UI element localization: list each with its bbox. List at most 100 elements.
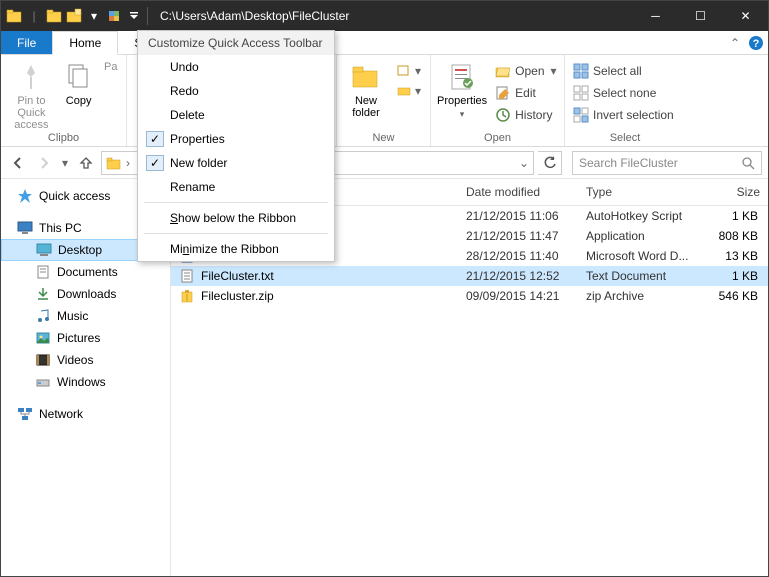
qat-menu-item[interactable]: ✓New folder	[138, 151, 334, 175]
search-icon	[741, 156, 755, 170]
qat-menu-item[interactable]: Redo	[138, 79, 334, 103]
file-size: 808 KB	[698, 229, 768, 243]
recent-dropdown[interactable]: ▾	[59, 152, 71, 174]
new-folder-button[interactable]: New folder	[343, 57, 389, 119]
easy-access-button[interactable]: ▾	[395, 81, 423, 101]
qat-minimize-ribbon[interactable]: Minimize the Ribbon	[138, 237, 334, 261]
menu-separator	[144, 202, 328, 203]
col-type[interactable]: Type	[578, 179, 698, 205]
pin-icon	[15, 61, 47, 93]
qat-menu-item[interactable]: Delete	[138, 103, 334, 127]
copy-icon	[63, 61, 95, 93]
invert-selection-button[interactable]: Invert selection	[571, 105, 676, 125]
open-group-label: Open	[437, 132, 558, 146]
help-icon[interactable]: ?	[744, 31, 768, 54]
desktop-icon	[36, 242, 52, 258]
tree-videos[interactable]: Videos	[1, 349, 170, 371]
tree-downloads[interactable]: Downloads	[1, 283, 170, 305]
star-icon	[17, 188, 33, 204]
tree-music[interactable]: Music	[1, 305, 170, 327]
qat-folder-icon[interactable]	[5, 7, 23, 25]
tab-file[interactable]: File	[1, 31, 52, 54]
file-row[interactable]: FileCluster.txt21/12/2015 12:52Text Docu…	[171, 266, 768, 286]
new-group-label: New	[343, 132, 424, 146]
address-folder-icon	[106, 155, 122, 171]
minimize-button[interactable]: ─	[633, 1, 678, 31]
file-type: Text Document	[578, 269, 698, 283]
file-type: zip Archive	[578, 289, 698, 303]
checkmark-icon: ✓	[146, 131, 164, 147]
invert-icon	[573, 107, 589, 123]
qat-dropdown-icon[interactable]: ▾	[85, 7, 103, 25]
properties-button[interactable]: Properties ▾	[437, 57, 487, 120]
select-none-button[interactable]: Select none	[571, 83, 676, 103]
pin-quick-access-button[interactable]: Pin to Quick access	[7, 57, 56, 131]
tree-windows[interactable]: Windows	[1, 371, 170, 393]
qat-menu-item[interactable]: Undo	[138, 55, 334, 79]
qat-overflow-icon[interactable]	[125, 7, 143, 25]
tree-network[interactable]: Network	[1, 403, 170, 425]
file-type: Microsoft Word D...	[578, 249, 698, 263]
navigation-bar: ▾ › ⌄ Search FileCluster	[1, 147, 768, 179]
title-bar: | ▾ C:\Users\Adam\Desktop\FileCluster ─ …	[1, 1, 768, 31]
quick-access-toolbar: | ▾	[1, 7, 150, 25]
window-title-path: C:\Users\Adam\Desktop\FileCluster	[160, 9, 349, 23]
tree-documents[interactable]: Documents	[1, 261, 170, 283]
refresh-button[interactable]	[538, 151, 562, 175]
up-button[interactable]	[75, 152, 97, 174]
file-row[interactable]: Filecluster.zip09/09/2015 14:21zip Archi…	[171, 286, 768, 306]
menu-separator	[144, 233, 328, 234]
select-all-button[interactable]: Select all	[571, 61, 676, 81]
tab-home[interactable]: Home	[52, 31, 118, 55]
downloads-icon	[35, 286, 51, 302]
qat-sep: |	[25, 7, 43, 25]
file-size: 13 KB	[698, 249, 768, 263]
file-date: 21/12/2015 11:06	[458, 209, 578, 223]
pictures-icon	[35, 330, 51, 346]
new-folder-icon	[350, 61, 382, 93]
chevron-right-icon[interactable]: ›	[126, 156, 130, 170]
documents-icon	[35, 264, 51, 280]
address-dropdown-icon[interactable]: ⌄	[519, 156, 529, 170]
copy-button[interactable]: Copy	[62, 57, 96, 107]
checkmark-icon	[146, 83, 164, 99]
music-icon	[35, 308, 51, 324]
qat-properties-icon[interactable]	[45, 7, 63, 25]
back-button[interactable]	[7, 152, 29, 174]
qat-divider	[147, 7, 148, 25]
new-item-button[interactable]: ▾	[395, 61, 423, 81]
qat-menu-item[interactable]: ✓Properties	[138, 127, 334, 151]
ribbon-expand-icon[interactable]: ⌃	[726, 31, 744, 54]
history-button[interactable]: History	[493, 105, 558, 125]
file-name: FileCluster.txt	[201, 269, 274, 283]
network-icon	[17, 406, 33, 422]
edit-button[interactable]: Edit	[493, 83, 558, 103]
edit-icon	[495, 85, 511, 101]
paste-button-cut[interactable]: Pa	[101, 57, 120, 73]
select-group-label: Select	[571, 132, 679, 146]
forward-button[interactable]	[33, 152, 55, 174]
tree-pictures[interactable]: Pictures	[1, 327, 170, 349]
qat-customize-menu: Customize Quick Access Toolbar UndoRedoD…	[137, 30, 335, 262]
checkmark-icon: ✓	[146, 155, 164, 171]
clipboard-group-label: Clipbo	[7, 132, 120, 146]
qat-newfolder-icon[interactable]	[65, 7, 83, 25]
checkmark-icon	[146, 179, 164, 195]
qat-menu-item[interactable]: Rename	[138, 175, 334, 199]
open-button[interactable]: Open▾	[493, 61, 558, 81]
file-size: 1 KB	[698, 209, 768, 223]
search-box[interactable]: Search FileCluster	[572, 151, 762, 175]
file-size: 546 KB	[698, 289, 768, 303]
file-icon	[179, 288, 195, 304]
qat-show-below[interactable]: Show below the Ribbon	[138, 206, 334, 230]
close-button[interactable]: ✕	[723, 1, 768, 31]
qat-menu-title: Customize Quick Access Toolbar	[138, 31, 334, 55]
col-date[interactable]: Date modified	[458, 179, 578, 205]
file-size: 1 KB	[698, 269, 768, 283]
col-size[interactable]: Size	[698, 179, 768, 205]
select-all-icon	[573, 63, 589, 79]
file-icon	[179, 268, 195, 284]
qat-customize-icon[interactable]	[105, 7, 123, 25]
maximize-button[interactable]: ☐	[678, 1, 723, 31]
search-placeholder: Search FileCluster	[579, 156, 678, 170]
